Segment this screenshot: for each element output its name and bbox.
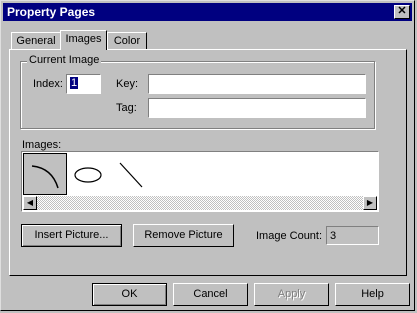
- scroll-right-button[interactable]: ▶: [363, 196, 377, 210]
- current-image-group: [20, 61, 375, 129]
- scroll-left-button[interactable]: ◀: [23, 196, 37, 210]
- ok-label: OK: [121, 288, 138, 300]
- close-button[interactable]: ✕: [394, 5, 410, 19]
- images-listview[interactable]: ◀ ▶: [21, 151, 379, 212]
- ok-button[interactable]: OK: [92, 283, 167, 306]
- tab-general[interactable]: General: [11, 32, 61, 49]
- image-item-1[interactable]: [23, 153, 67, 195]
- images-scrollbar[interactable]: ◀ ▶: [23, 196, 377, 210]
- remove-picture-button[interactable]: Remove Picture: [133, 224, 234, 247]
- close-icon: ✕: [397, 5, 407, 17]
- image-count-label: Image Count:: [256, 230, 323, 242]
- images-label: Images:: [22, 139, 62, 151]
- tab-images[interactable]: Images: [60, 30, 107, 50]
- cancel-label: Cancel: [193, 288, 228, 300]
- tab-color-label: Color: [113, 35, 141, 47]
- key-label: Key:: [116, 78, 139, 90]
- ellipse-icon: [74, 167, 102, 183]
- tag-label: Tag:: [116, 102, 137, 114]
- image-count-field: 3: [326, 226, 379, 245]
- help-button[interactable]: Help: [335, 283, 410, 306]
- image-item-3[interactable]: [110, 153, 150, 195]
- help-label: Help: [361, 288, 384, 300]
- tag-field[interactable]: [148, 98, 366, 118]
- apply-button[interactable]: Apply: [254, 283, 329, 306]
- tab-color[interactable]: Color: [107, 32, 147, 49]
- remove-picture-label: Remove Picture: [144, 229, 223, 241]
- curve-icon: [31, 165, 59, 189]
- image-count-value: 3: [330, 230, 337, 242]
- index-label-text: Index:: [33, 78, 63, 90]
- current-image-group-label: Current Image: [27, 54, 102, 66]
- scroll-left-icon: ◀: [26, 198, 34, 207]
- key-field[interactable]: [148, 74, 366, 94]
- window-title: Property Pages: [7, 5, 96, 19]
- scroll-right-icon: ▶: [366, 198, 374, 207]
- insert-picture-button[interactable]: Insert Picture...: [21, 224, 122, 247]
- cancel-button[interactable]: Cancel: [173, 283, 248, 306]
- image-item-2[interactable]: [68, 153, 108, 195]
- apply-label: Apply: [277, 288, 306, 300]
- index-label: Index:: [33, 78, 63, 90]
- index-value: 1: [70, 77, 79, 89]
- insert-picture-label: Insert Picture...: [34, 229, 109, 241]
- tab-join: [61, 49, 106, 51]
- index-field[interactable]: 1: [66, 74, 101, 94]
- diagonal-line-icon: [119, 162, 143, 188]
- title-bar[interactable]: Property Pages ✕: [3, 3, 412, 21]
- tab-general-label: General: [16, 35, 56, 47]
- tab-images-label: Images: [65, 33, 102, 45]
